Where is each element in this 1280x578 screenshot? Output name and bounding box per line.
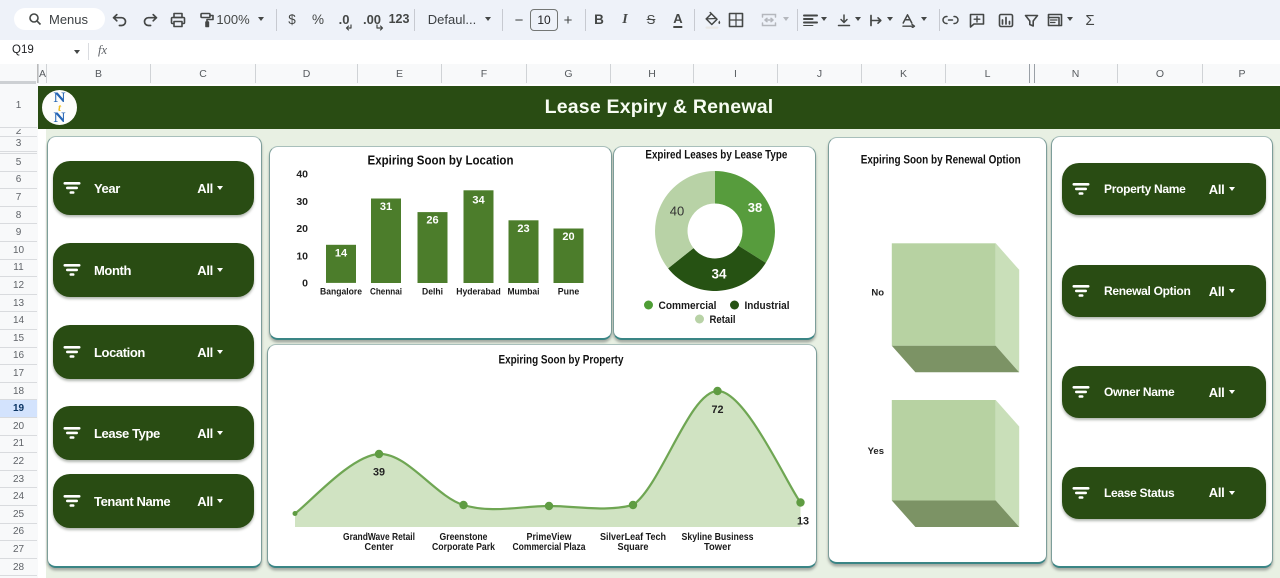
svg-text:Commercial: Commercial (659, 300, 717, 312)
svg-text:20: 20 (296, 223, 308, 235)
svg-text:Expiring Soon by Renewal Optio: Expiring Soon by Renewal Option (861, 154, 1021, 166)
svg-text:26: 26 (426, 215, 438, 227)
svg-text:14: 14 (335, 247, 348, 259)
svg-text:Chennai: Chennai (370, 287, 402, 298)
svg-text:34: 34 (472, 194, 485, 206)
svg-text:72: 72 (711, 404, 723, 416)
svg-text:30: 30 (296, 196, 308, 208)
svg-text:23: 23 (517, 223, 529, 235)
svg-text:Corporate Park: Corporate Park (432, 542, 495, 553)
svg-text:Bangalore: Bangalore (320, 287, 362, 298)
svg-text:13: 13 (797, 516, 809, 528)
svg-text:40: 40 (670, 204, 684, 219)
svg-text:Expired Leases by Lease Type: Expired Leases by Lease Type (645, 148, 787, 162)
svg-text:10: 10 (296, 250, 308, 262)
svg-text:Expiring Soon by Property: Expiring Soon by Property (499, 355, 625, 367)
svg-text:Pune: Pune (558, 287, 580, 298)
svg-text:40: 40 (296, 169, 308, 181)
svg-text:Commercial Plaza: Commercial Plaza (513, 542, 586, 553)
svg-text:No: No (871, 288, 884, 299)
svg-text:34: 34 (711, 267, 727, 282)
svg-text:39: 39 (373, 467, 385, 479)
svg-text:20: 20 (562, 231, 574, 243)
svg-text:Mumbai: Mumbai (508, 287, 540, 298)
svg-text:Hyderabad: Hyderabad (456, 287, 501, 298)
svg-text:Square: Square (618, 542, 649, 553)
svg-text:Expiring Soon by Location: Expiring Soon by Location (368, 153, 514, 168)
svg-text:Industrial: Industrial (745, 300, 790, 312)
svg-text:Yes: Yes (868, 446, 884, 457)
svg-text:38: 38 (748, 200, 762, 215)
svg-text:Retail: Retail (710, 314, 736, 326)
svg-text:Tower: Tower (704, 542, 731, 553)
svg-text:Delhi: Delhi (422, 287, 443, 298)
svg-text:31: 31 (380, 201, 392, 213)
svg-text:Center: Center (365, 542, 394, 553)
svg-text:0: 0 (302, 278, 308, 290)
